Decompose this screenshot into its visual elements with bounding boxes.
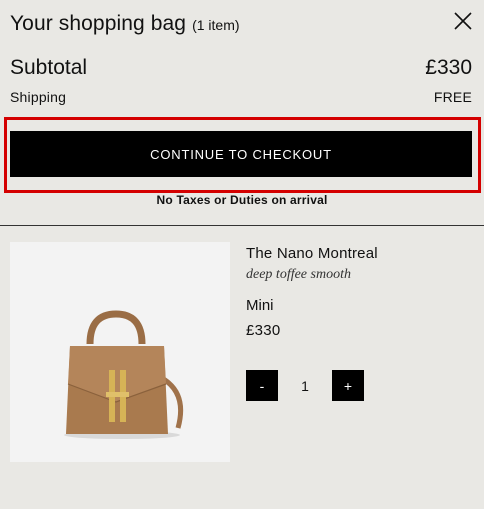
subtotal-label: Subtotal bbox=[10, 56, 88, 79]
quantity-decrease-button[interactable]: - bbox=[246, 370, 278, 401]
shipping-row: Shipping FREE bbox=[10, 89, 472, 105]
item-count: (1 item) bbox=[192, 17, 240, 33]
product-name[interactable]: The Nano Montreal bbox=[246, 245, 378, 262]
continue-to-checkout-button[interactable]: CONTINUE TO CHECKOUT bbox=[10, 131, 472, 177]
product-size: Mini bbox=[246, 297, 274, 314]
page-title: Your shopping bag bbox=[10, 12, 187, 35]
bag-header: Your shopping bag (1 item) bbox=[10, 12, 474, 42]
handbag-image bbox=[64, 310, 184, 439]
divider bbox=[0, 225, 484, 226]
shipping-value: FREE bbox=[433, 89, 472, 105]
product-image[interactable] bbox=[10, 242, 230, 462]
close-icon[interactable] bbox=[452, 10, 474, 32]
duties-note: No Taxes or Duties on arrival bbox=[156, 193, 328, 207]
quantity-increase-button[interactable]: + bbox=[332, 370, 364, 401]
subtotal-value: £330 bbox=[425, 56, 472, 79]
product-color: deep toffee smooth bbox=[246, 267, 351, 282]
subtotal-row: Subtotal £330 bbox=[10, 56, 472, 80]
shipping-label: Shipping bbox=[10, 89, 67, 105]
product-price: £330 bbox=[246, 322, 281, 339]
quantity-value: 1 bbox=[301, 377, 309, 394]
